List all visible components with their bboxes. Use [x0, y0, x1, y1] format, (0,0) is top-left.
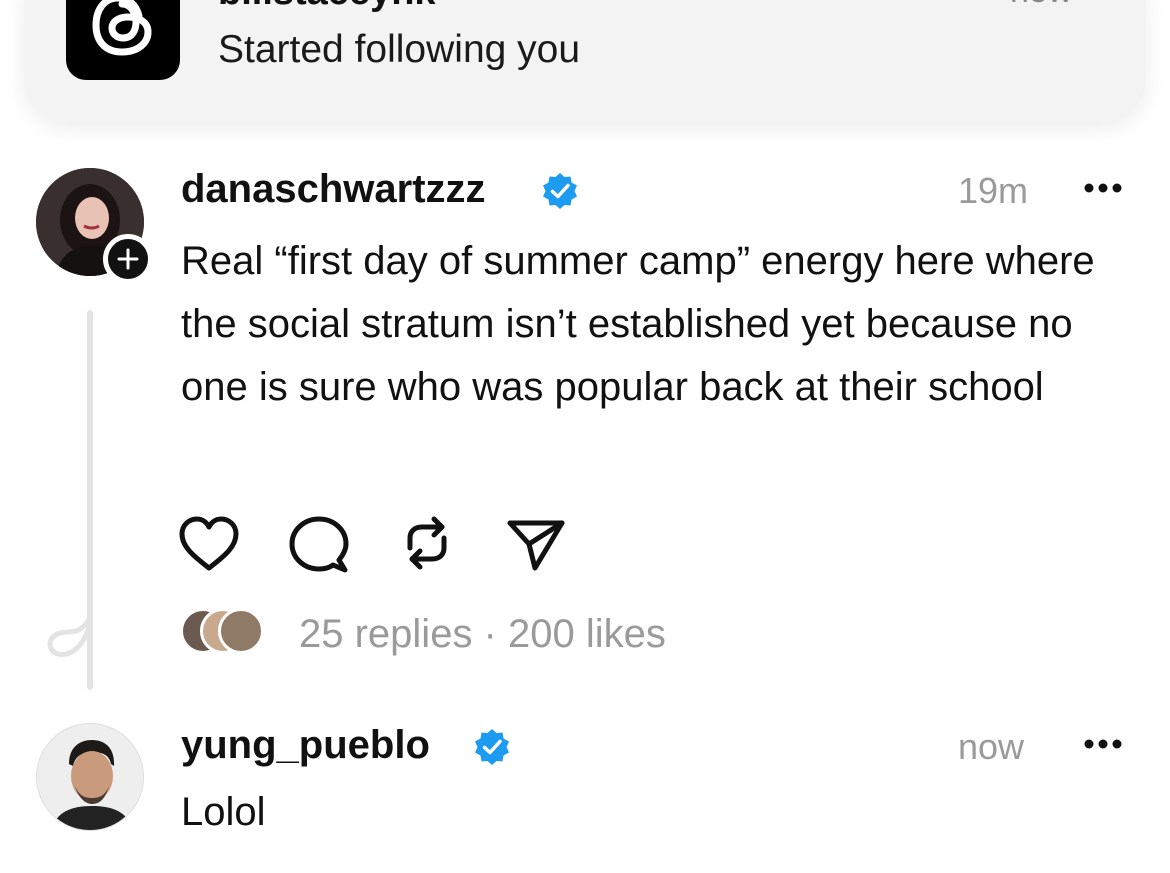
- plus-icon: [117, 248, 139, 270]
- more-options-icon[interactable]: [1083, 182, 1123, 194]
- repost-icon[interactable]: [396, 512, 458, 574]
- post-username[interactable]: yung_pueblo: [181, 722, 430, 768]
- notification-time: now: [1010, 0, 1072, 11]
- avatar: [218, 608, 264, 654]
- post-stats[interactable]: 25 replies · 200 likes: [299, 610, 666, 658]
- share-icon[interactable]: [505, 514, 567, 576]
- post-text: Lolol: [181, 790, 266, 834]
- like-icon[interactable]: [178, 514, 240, 576]
- more-options-icon[interactable]: [1083, 738, 1123, 750]
- avatar[interactable]: [36, 723, 144, 831]
- notification-username: billstaceyhk: [218, 0, 436, 14]
- threads-icon: [66, 0, 180, 80]
- thread-loop-icon: [47, 615, 93, 660]
- comment-icon[interactable]: [288, 514, 350, 576]
- post-time: now: [958, 726, 1025, 767]
- post-username[interactable]: danaschwartzzz: [181, 166, 486, 212]
- post-text: Real “first day of summer camp” energy h…: [181, 239, 1095, 409]
- notification-message: Started following you: [218, 28, 581, 71]
- reply-avatars: [180, 608, 270, 658]
- follow-plus-button[interactable]: [103, 234, 153, 284]
- post-time: 19m: [958, 170, 1029, 211]
- notification-banner[interactable]: [24, 0, 1146, 122]
- verified-badge-icon: [475, 729, 509, 765]
- verified-badge-icon: [543, 173, 577, 209]
